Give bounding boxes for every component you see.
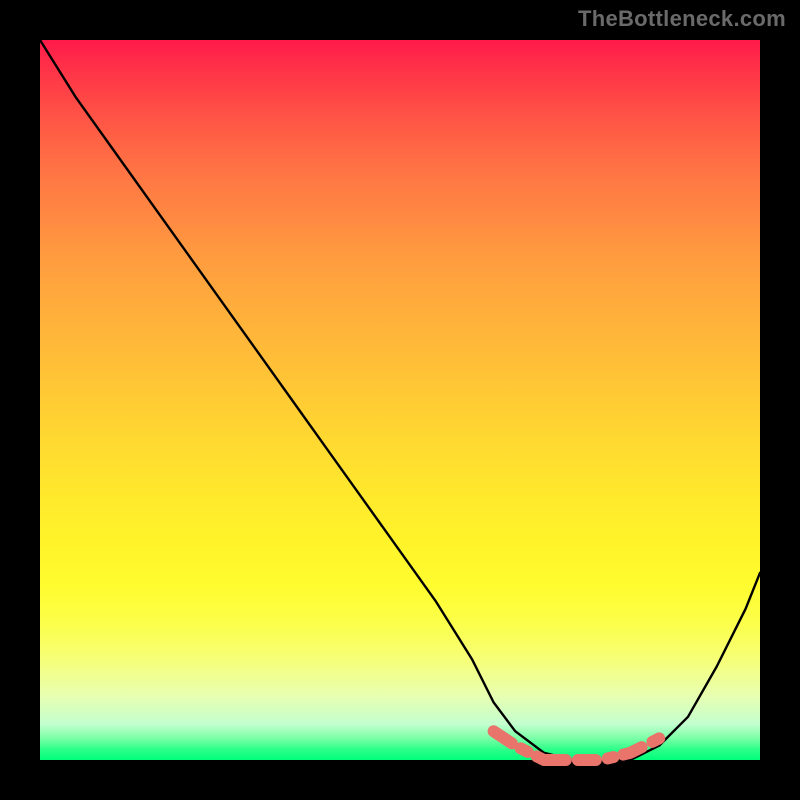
curve-svg — [40, 40, 760, 760]
chart-canvas: TheBottleneck.com — [0, 0, 800, 800]
bottleneck-curve — [40, 40, 760, 760]
watermark-text: TheBottleneck.com — [578, 6, 786, 32]
plot-area — [40, 40, 760, 760]
optimal-zone-markers — [494, 731, 660, 760]
